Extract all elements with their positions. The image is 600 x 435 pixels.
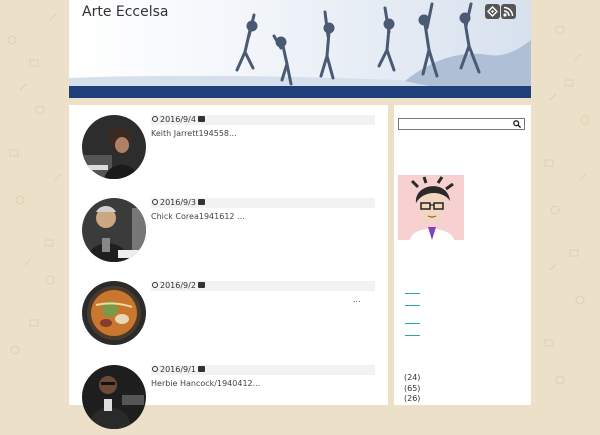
folder-icon <box>198 366 205 372</box>
sidebar-link[interactable] <box>405 323 420 324</box>
search-box <box>398 118 525 130</box>
clock-icon <box>152 282 158 288</box>
archive-count: (65) <box>404 384 421 393</box>
post-date: 2016/9/1 <box>160 365 196 374</box>
post-excerpt[interactable]: Keith Jarrett194558... <box>151 128 237 139</box>
rss-icon[interactable] <box>501 4 516 19</box>
site-title[interactable]: Arte Eccelsa <box>82 4 169 20</box>
search-icon[interactable] <box>513 120 521 128</box>
sidebar-link[interactable] <box>405 293 420 294</box>
archive-count: (24) <box>404 373 421 382</box>
post-thumbnail[interactable] <box>82 198 146 262</box>
post-meta: 2016/9/4 <box>151 115 375 125</box>
sidebar: (24) (65) (26) <box>394 105 531 405</box>
post-date: 2016/9/3 <box>160 198 196 207</box>
post-item[interactable]: 2016/9/3 Chick Corea1941612 ... <box>69 198 388 268</box>
author-avatar <box>398 175 464 240</box>
archive-count: (26) <box>404 394 421 403</box>
sidebar-link[interactable] <box>405 335 420 336</box>
clock-icon <box>152 199 158 205</box>
header-accent-bar <box>69 86 531 98</box>
main-content: 2016/9/4 Keith Jarrett194558... 2016/9/3… <box>69 105 388 429</box>
search-input[interactable] <box>399 119 513 129</box>
feedly-icon[interactable] <box>485 4 500 19</box>
folder-icon <box>198 282 205 288</box>
post-thumbnail[interactable] <box>82 115 146 179</box>
sidebar-link[interactable] <box>405 305 420 306</box>
post-thumbnail[interactable] <box>82 365 146 429</box>
post-date: 2016/9/4 <box>160 115 196 124</box>
post-item[interactable]: 2016/9/1 Herbie Hancock/1940412... <box>69 365 388 435</box>
clock-icon <box>152 366 158 372</box>
post-excerpt[interactable]: Chick Corea1941612 ... <box>151 211 245 222</box>
post-meta: 2016/9/1 <box>151 365 375 375</box>
post-meta: 2016/9/3 <box>151 198 375 208</box>
post-item[interactable]: 2016/9/4 Keith Jarrett194558... <box>69 115 388 185</box>
post-meta: 2016/9/2 <box>151 281 375 291</box>
folder-icon <box>198 199 205 205</box>
post-item[interactable]: 2016/9/2 ... <box>69 281 388 351</box>
clock-icon <box>152 116 158 122</box>
post-excerpt[interactable]: Herbie Hancock/1940412... <box>151 378 260 389</box>
post-date: 2016/9/2 <box>160 281 196 290</box>
folder-icon <box>198 116 205 122</box>
post-thumbnail[interactable] <box>82 281 146 345</box>
site-header: Arte Eccelsa <box>69 0 531 98</box>
post-excerpt[interactable]: ... <box>353 294 361 305</box>
